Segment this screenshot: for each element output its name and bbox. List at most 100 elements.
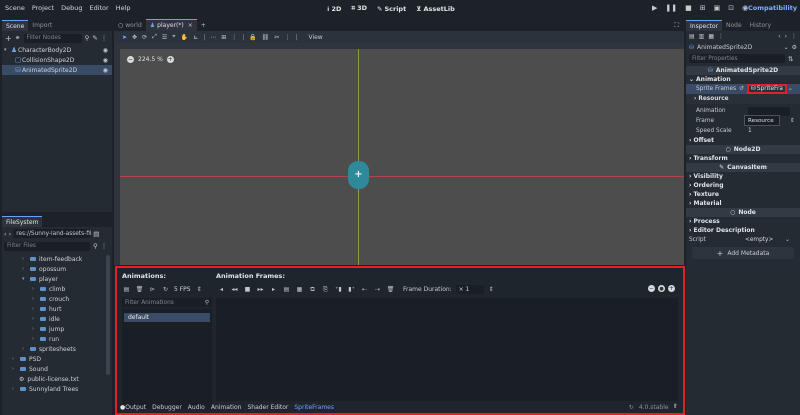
- file-tree-item[interactable]: › Sunnyland Trees: [2, 384, 112, 394]
- stop-icon[interactable]: ■: [685, 4, 692, 12]
- menu-help[interactable]: Help: [116, 4, 131, 12]
- menu-debug[interactable]: Debug: [61, 4, 82, 12]
- zoom-in-icon[interactable]: +: [668, 285, 675, 292]
- group-icon[interactable]: ⛓: [262, 34, 270, 41]
- link-icon[interactable]: ⚭: [15, 34, 21, 42]
- distraction-free-icon[interactable]: ⛶: [674, 21, 679, 30]
- rotate-tool-icon[interactable]: ⟳: [142, 34, 147, 41]
- resource-menu-icon[interactable]: ⋮: [718, 33, 724, 40]
- tab-inspector[interactable]: Inspector: [686, 20, 722, 31]
- tab-filesystem[interactable]: FileSystem: [2, 216, 43, 227]
- workspace-assetlib-button[interactable]: ⊻ AssetLib: [416, 5, 455, 13]
- object-menu-icon[interactable]: ⚙: [792, 44, 797, 51]
- spinner-icon[interactable]: ⇕: [790, 118, 795, 124]
- scrollbar[interactable]: [106, 255, 110, 375]
- paste-frame-icon[interactable]: ⎘: [321, 285, 330, 294]
- load-resource-icon[interactable]: ▥: [699, 33, 705, 40]
- class-header-node[interactable]: ○ Node: [686, 208, 800, 217]
- tree-node-collisionshape2d[interactable]: ▢ CollisionShape2D ◉: [2, 55, 112, 65]
- frames-area[interactable]: [216, 298, 678, 401]
- class-header-canvasitem[interactable]: ✎ CanvasItem: [686, 163, 800, 172]
- new-resource-icon[interactable]: ▤: [689, 33, 695, 40]
- zoom-level[interactable]: 224.5 %: [138, 56, 163, 63]
- chevron-down-icon[interactable]: ⌄: [784, 44, 789, 51]
- zoom-in-icon[interactable]: +: [166, 56, 174, 63]
- insert-after-icon[interactable]: ▮⁺: [347, 285, 356, 294]
- ruler-tool-icon[interactable]: ⊾: [193, 34, 198, 41]
- search-icon[interactable]: ⚲: [93, 242, 98, 250]
- section-process[interactable]: › Process: [686, 217, 800, 226]
- new-tab-button[interactable]: +: [197, 19, 210, 31]
- menu-dots-icon[interactable]: ⋮: [101, 242, 108, 250]
- bone-icon[interactable]: ✂: [274, 34, 279, 41]
- loop-icon[interactable]: ↻: [161, 285, 170, 294]
- script-value[interactable]: <empty>: [745, 237, 785, 243]
- add-metadata-button[interactable]: + Add Metadata: [692, 247, 794, 259]
- tab-spriteframes[interactable]: SpriteFrames: [294, 404, 334, 411]
- zoom-out-icon[interactable]: −: [127, 56, 134, 63]
- history-back-icon[interactable]: ‹: [778, 33, 780, 40]
- section-transform[interactable]: › Transform: [686, 154, 800, 163]
- scale-tool-icon[interactable]: ⤢: [152, 33, 157, 41]
- file-tree-item[interactable]: › crouch: [2, 294, 112, 304]
- search-icon[interactable]: ⚲: [85, 34, 90, 42]
- script-attach-icon[interactable]: ✎: [92, 34, 97, 42]
- move-left-icon[interactable]: ⇠: [360, 285, 369, 294]
- file-tree-item[interactable]: › PSD: [2, 354, 112, 364]
- move-tool-icon[interactable]: ✥: [132, 34, 137, 41]
- select-tool-icon[interactable]: ➤: [122, 34, 127, 41]
- history-icon[interactable]: ↻: [629, 404, 634, 411]
- filter-nodes-input[interactable]: Filter Nodes: [23, 33, 82, 43]
- history-list-icon[interactable]: ⋮: [791, 33, 797, 40]
- tree-node-animatedsprite2d[interactable]: ⛁ AnimatedSprite2D ◉: [2, 65, 112, 75]
- visibility-eye-icon[interactable]: ◉: [103, 47, 108, 54]
- pan-tool-icon[interactable]: ✋: [181, 34, 188, 41]
- add-frame-sheet-icon[interactable]: ▦: [295, 285, 304, 294]
- speed-scale-input[interactable]: 1: [748, 128, 790, 134]
- bone-menu-icon[interactable]: ⋮: [284, 34, 290, 41]
- play-backwards-start-icon[interactable]: ◂: [217, 285, 226, 294]
- workspace-2d-button[interactable]: ⁞ 2D: [327, 5, 341, 13]
- visibility-eye-icon[interactable]: ◉: [103, 67, 108, 74]
- file-tree-item[interactable]: › hurt: [2, 304, 112, 314]
- fps-spinbox[interactable]: 5 FPS: [174, 286, 191, 293]
- workspace-3d-button[interactable]: ⌗ 3D: [351, 4, 367, 13]
- section-visibility[interactable]: › Visibility: [686, 172, 800, 181]
- chevron-down-icon[interactable]: ⌄: [785, 237, 790, 243]
- pivot-tool-icon[interactable]: ⌖: [172, 33, 175, 41]
- grid-snap-icon[interactable]: ⊞: [221, 34, 226, 41]
- copy-frame-icon[interactable]: ⧉: [308, 285, 317, 294]
- tab-player[interactable]: ♟ player(*) ×: [145, 19, 197, 31]
- menu-dots-icon[interactable]: ⋮: [101, 34, 108, 42]
- delete-animation-icon[interactable]: 🗑: [135, 285, 144, 294]
- zoom-reset-icon[interactable]: ●: [658, 285, 665, 292]
- file-tree-item[interactable]: ⚙ public-license.txt: [2, 374, 112, 384]
- file-tree-item[interactable]: ▾ player: [2, 274, 112, 284]
- path-field[interactable]: res://Sunny-land-assets-file: [13, 229, 92, 238]
- filter-animations-input[interactable]: Filter Animations ⚲: [122, 298, 212, 307]
- tab-animation[interactable]: Animation: [211, 404, 242, 411]
- tab-history[interactable]: History: [746, 20, 775, 31]
- renderer-select[interactable]: Compatibility: [748, 4, 797, 12]
- add-frame-file-icon[interactable]: ▤: [282, 285, 291, 294]
- expand-panel-icon[interactable]: ⫪: [674, 403, 677, 411]
- section-texture[interactable]: › Texture: [686, 190, 800, 199]
- file-tree-item[interactable]: › opossum: [2, 264, 112, 274]
- file-tree-item[interactable]: › jump: [2, 324, 112, 334]
- section-material[interactable]: › Material: [686, 199, 800, 208]
- filter-files-input[interactable]: Filter Files: [4, 241, 90, 251]
- forward-icon[interactable]: ›: [9, 230, 12, 238]
- add-node-icon[interactable]: +: [5, 34, 12, 43]
- play-start-icon[interactable]: ▸: [269, 285, 278, 294]
- sort-icon[interactable]: ⇅: [788, 55, 793, 63]
- move-right-icon[interactable]: ⇢: [373, 285, 382, 294]
- file-tree-item[interactable]: › climb: [2, 284, 112, 294]
- file-tree-item[interactable]: › item-feedback: [2, 254, 112, 264]
- section-offset[interactable]: › Offset: [686, 136, 800, 145]
- play-icon[interactable]: ▶: [652, 4, 657, 12]
- zoom-out-icon[interactable]: −: [648, 285, 655, 292]
- play-backwards-icon[interactable]: ◂◂: [230, 285, 239, 294]
- pause-icon[interactable]: ❚❚: [665, 4, 677, 12]
- spinner-icon[interactable]: ⇕: [195, 285, 204, 294]
- remote-debug-icon[interactable]: ⊞: [700, 4, 706, 12]
